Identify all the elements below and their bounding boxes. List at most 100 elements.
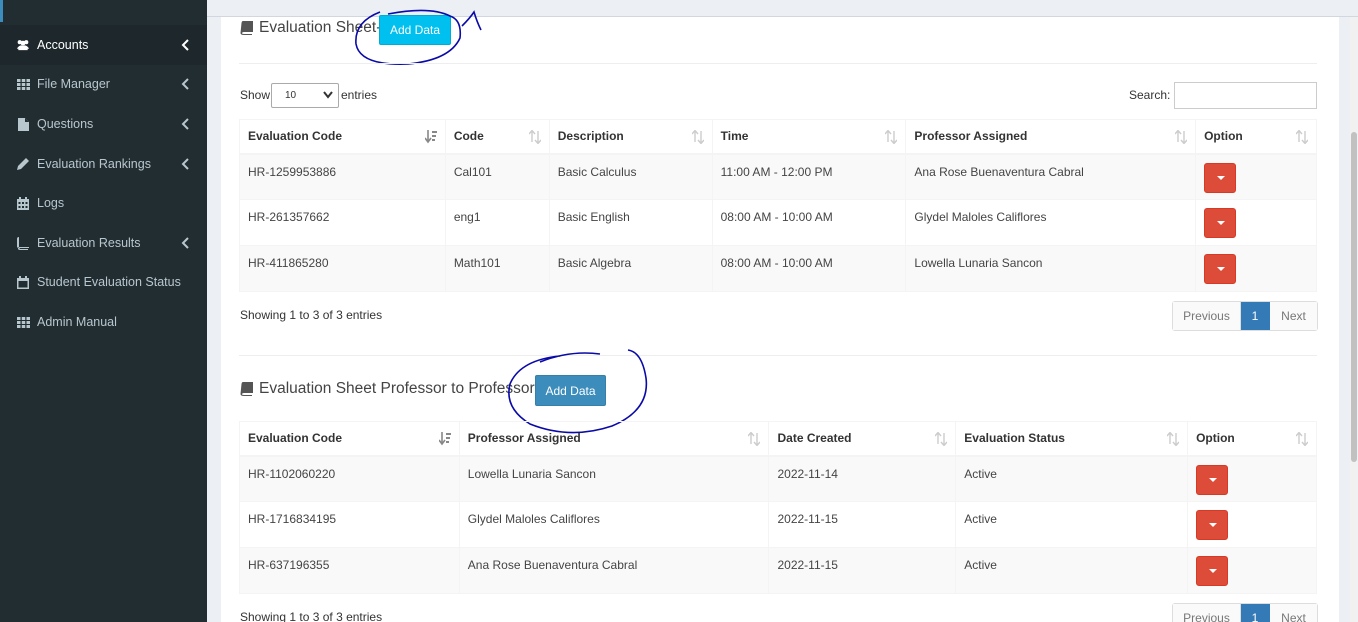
col-time[interactable]: Time (711, 119, 907, 155)
sheet1-title: Evaluation Sheet- (240, 19, 381, 37)
cell-professor: Ana Rose Buenaventura Cabral (905, 153, 1197, 200)
sidebar-item-label: File Manager (37, 77, 110, 91)
cell-description: Basic Calculus (548, 153, 713, 200)
chevron-left-icon (181, 237, 189, 249)
pagination-page[interactable]: 1 (1241, 604, 1270, 622)
cell-code: Math101 (444, 245, 550, 292)
sort-icon (1296, 130, 1308, 144)
pagination-page[interactable]: 1 (1241, 302, 1270, 330)
pagination-previous[interactable]: Previous (1173, 604, 1241, 622)
sidebar-item-label: Questions (37, 117, 94, 131)
column-label: Professor Assigned (467, 431, 581, 446)
col-evaluation-status[interactable]: Evaluation Status (955, 421, 1189, 457)
column-label: Date Created (777, 431, 852, 446)
sidebar-item-admin-manual[interactable]: Admin Manual (0, 302, 207, 342)
col-option[interactable]: Option (1195, 119, 1317, 155)
table-info: Showing 1 to 3 of 3 entries (240, 610, 383, 622)
cell-professor: Glydel Maloles Califlores (458, 501, 770, 548)
pagination-next[interactable]: Next (1270, 302, 1317, 330)
calendar-icon (16, 275, 30, 289)
cell-professor: Glydel Maloles Califlores (905, 199, 1197, 246)
col-option[interactable]: Option (1187, 421, 1317, 457)
sidebar-accent (0, 0, 3, 22)
col-code[interactable]: Code (444, 119, 550, 155)
column-label: Time (720, 129, 749, 144)
sidebar-item-student-evaluation-status[interactable]: Student Evaluation Status (0, 262, 207, 302)
caret-down-icon (1217, 175, 1226, 180)
sort-asc-icon (424, 130, 437, 144)
cell-evaluation-code: HR-1102060220 (239, 455, 460, 502)
sort-icon (748, 432, 761, 446)
table-header-row: Evaluation Code Code Description Time Pr… (239, 119, 1317, 155)
option-dropdown-button[interactable] (1196, 510, 1229, 540)
page-scrollbar[interactable] (1350, 17, 1358, 622)
option-dropdown-button[interactable] (1204, 162, 1237, 193)
sidebar-item-file-manager[interactable]: File Manager (0, 64, 207, 104)
cell-option (1195, 199, 1317, 246)
cell-time: 08:00 AM - 10:00 AM (711, 245, 907, 292)
cell-evaluation-code: HR-1716834195 (239, 501, 460, 548)
sheet2-title: Evaluation Sheet Professor to Professor … (240, 380, 544, 398)
sidebar-item-questions[interactable]: Questions (0, 104, 207, 144)
cell-date-created: 2022-11-15 (768, 547, 957, 594)
cell-professor: Ana Rose Buenaventura Cabral (458, 547, 770, 594)
cell-option (1187, 501, 1317, 548)
sort-asc-icon (438, 432, 451, 446)
book-icon (240, 382, 253, 396)
entries-label: entries (341, 88, 378, 102)
column-label: Option (1196, 431, 1235, 446)
caret-down-icon (1209, 523, 1218, 527)
table-row: HR-261357662 eng1 Basic English 08:00 AM… (239, 199, 1317, 246)
sidebar-item-evaluation-rankings[interactable]: Evaluation Rankings (0, 144, 207, 184)
pagination-next[interactable]: Next (1270, 604, 1317, 622)
option-dropdown-button[interactable] (1196, 556, 1229, 586)
cell-status: Active (955, 501, 1189, 548)
sheet2-table: Evaluation Code Professor Assigned Date … (239, 421, 1317, 594)
sidebar-item-label: Evaluation Rankings (37, 157, 151, 171)
chevron-left-icon (181, 78, 189, 90)
caret-down-icon (1217, 267, 1226, 271)
scrollbar-thumb[interactable] (1351, 132, 1357, 462)
cell-code: eng1 (444, 199, 550, 246)
col-professor-assigned[interactable]: Professor Assigned (905, 119, 1197, 155)
table-row: HR-1259953886 Cal101 Basic Calculus 11:0… (239, 153, 1317, 200)
search-input[interactable] (1174, 82, 1317, 109)
chevron-left-icon (181, 158, 189, 170)
add-data-button[interactable]: Add Data (535, 375, 606, 406)
sort-icon (1296, 432, 1308, 446)
cell-description: Basic Algebra (548, 245, 713, 292)
sheet1-title-text: Evaluation Sheet- (259, 19, 382, 36)
sidebar-item-label: Logs (37, 196, 65, 210)
sidebar-item-accounts[interactable]: Accounts (0, 25, 207, 65)
book-icon (240, 21, 253, 35)
cell-professor: Lowella Lunaria Sancon (458, 455, 770, 502)
col-evaluation-code[interactable]: Evaluation Code (239, 119, 446, 155)
col-evaluation-code[interactable]: Evaluation Code (239, 421, 460, 457)
file-icon (16, 117, 30, 131)
cell-time: 11:00 AM - 12:00 PM (711, 153, 907, 200)
entries-select[interactable]: 10 (271, 83, 339, 108)
cell-time: 08:00 AM - 10:00 AM (711, 199, 907, 246)
sidebar: Accounts File Manager Questions Evaluati… (0, 0, 207, 622)
option-dropdown-button[interactable] (1204, 208, 1237, 238)
cell-option (1195, 153, 1317, 200)
users-icon (16, 38, 30, 52)
column-label: Evaluation Code (248, 129, 343, 144)
col-professor-assigned[interactable]: Professor Assigned (458, 421, 770, 457)
chevron-left-icon (181, 118, 189, 130)
col-description[interactable]: Description (548, 119, 713, 155)
sort-icon (935, 432, 948, 446)
cell-professor: Lowella Lunaria Sancon (905, 245, 1197, 292)
add-data-button[interactable]: Add Data (379, 15, 451, 45)
sidebar-item-logs[interactable]: Logs (0, 183, 207, 223)
sort-icon (885, 130, 898, 144)
option-dropdown-button[interactable] (1204, 254, 1237, 284)
table-info: Showing 1 to 3 of 3 entries (240, 308, 383, 322)
pagination-previous[interactable]: Previous (1173, 302, 1241, 330)
col-date-created[interactable]: Date Created (768, 421, 957, 457)
pencil-icon (16, 157, 30, 171)
option-dropdown-button[interactable] (1196, 464, 1229, 495)
sidebar-item-evaluation-results[interactable]: Evaluation Results (0, 223, 207, 263)
column-label: Option (1204, 129, 1243, 144)
sheet2-title-text: Evaluation Sheet Professor to Professor … (259, 380, 545, 397)
